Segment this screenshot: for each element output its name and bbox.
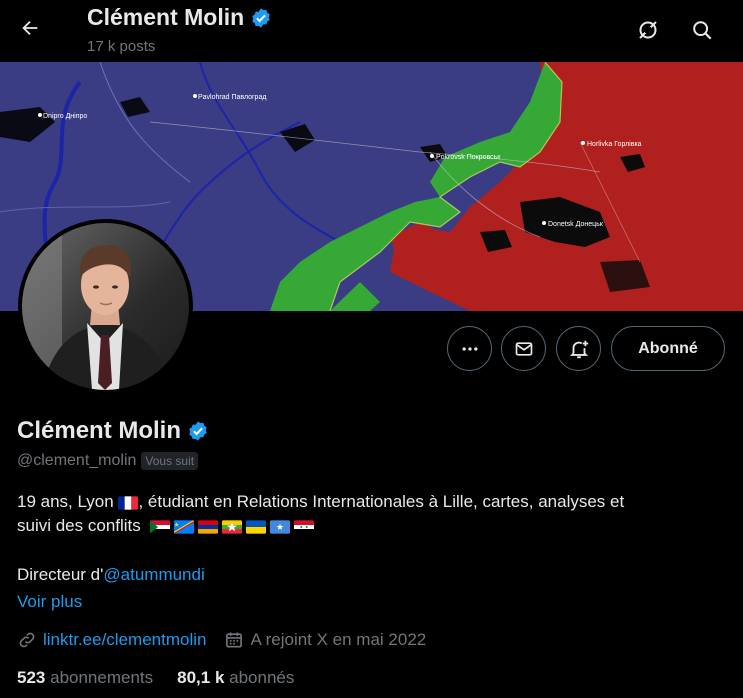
syria-flag-icon (293, 519, 314, 534)
message-button[interactable] (501, 326, 546, 371)
joined-date: A rejoint X en mai 2022 (250, 630, 427, 649)
armenia-flag-icon (197, 519, 218, 534)
avatar-photo (22, 223, 189, 390)
bio-line1: 19 ans, Lyon (17, 492, 114, 511)
map-label-horlivka: Horlivka Горлівка (587, 140, 642, 148)
more-dots-icon (462, 346, 477, 351)
somalia-flag-icon (269, 519, 290, 534)
profile-meta: linktr.ee/clementmolin A rejoint X en ma… (17, 630, 444, 650)
follows-you-badge: Vous suit (141, 452, 199, 470)
avatar[interactable] (18, 219, 193, 394)
profile-name: Clément Molin (17, 417, 182, 444)
website-link[interactable]: linktr.ee/clementmolin (43, 630, 206, 650)
posts-count: 17 k posts (87, 38, 156, 55)
bio-line1-rest: , étudiant en Relations Internationales … (138, 492, 625, 511)
following-label: abonnements (50, 668, 154, 687)
back-button[interactable] (12, 10, 48, 46)
calendar-icon (226, 632, 243, 648)
bio-line2: suivi des conflits (17, 516, 141, 535)
followers-stat[interactable]: 80,1 k abonnés (177, 668, 294, 688)
bio-director-line: Directeur d'@atummundi (17, 565, 205, 585)
top-bar: Clément Molin 17 k posts (0, 0, 743, 62)
myanmar-flag-icon (221, 519, 242, 534)
followers-label: abonnés (229, 668, 295, 687)
map-label-donetsk: Donetsk Донецьк (548, 221, 604, 228)
ukraine-flag-icon (245, 519, 266, 534)
followers-count: 80,1 k (177, 668, 225, 687)
profile-handle: @clement_molin (17, 452, 137, 469)
following-button[interactable]: Abonné (611, 326, 725, 371)
link-icon (19, 632, 35, 648)
search-button[interactable] (684, 12, 720, 48)
verified-badge-icon[interactable] (187, 420, 209, 442)
profile-name-row: Clément Molin (17, 417, 209, 445)
arrow-left-icon (22, 20, 38, 36)
verified-badge-icon (252, 7, 270, 28)
more-options-button[interactable] (447, 326, 492, 371)
header-title: Clément Molin (87, 4, 272, 31)
follow-stats: 523 abonnements 80,1 k abonnés (17, 668, 318, 688)
joined-item: A rejoint X en mai 2022 (224, 630, 426, 650)
map-label-pavlohrad: Pavlohrad Павлоград (198, 94, 266, 101)
envelope-icon (515, 341, 532, 356)
bell-plus-icon (569, 340, 588, 358)
map-label-pokrovsk: Pokrovsk Покровськ (436, 154, 501, 161)
website-item: linktr.ee/clementmolin (17, 630, 206, 650)
drc-flag-icon (173, 519, 194, 534)
following-count: 523 (17, 668, 46, 687)
sudan-flag-icon (149, 519, 170, 534)
grok-icon (639, 21, 657, 39)
profile-bio: 19 ans, Lyon , étudiant en Relations Int… (17, 490, 717, 538)
director-mention-link[interactable]: @atummundi (103, 565, 204, 584)
conflict-flags (149, 519, 314, 534)
following-stat[interactable]: 523 abonnements (17, 668, 153, 688)
header-name: Clément Molin (87, 4, 245, 30)
see-more-link[interactable]: Voir plus (17, 592, 82, 612)
handle-row: @clement_molin Vous suit (17, 452, 199, 470)
france-flag-icon (118, 495, 139, 510)
director-prefix: Directeur d' (17, 565, 104, 584)
search-icon (693, 21, 712, 40)
map-label-dnipro: Dnipro Дніпро (43, 112, 87, 120)
grok-button[interactable] (630, 12, 666, 48)
notifications-button[interactable] (556, 326, 601, 371)
